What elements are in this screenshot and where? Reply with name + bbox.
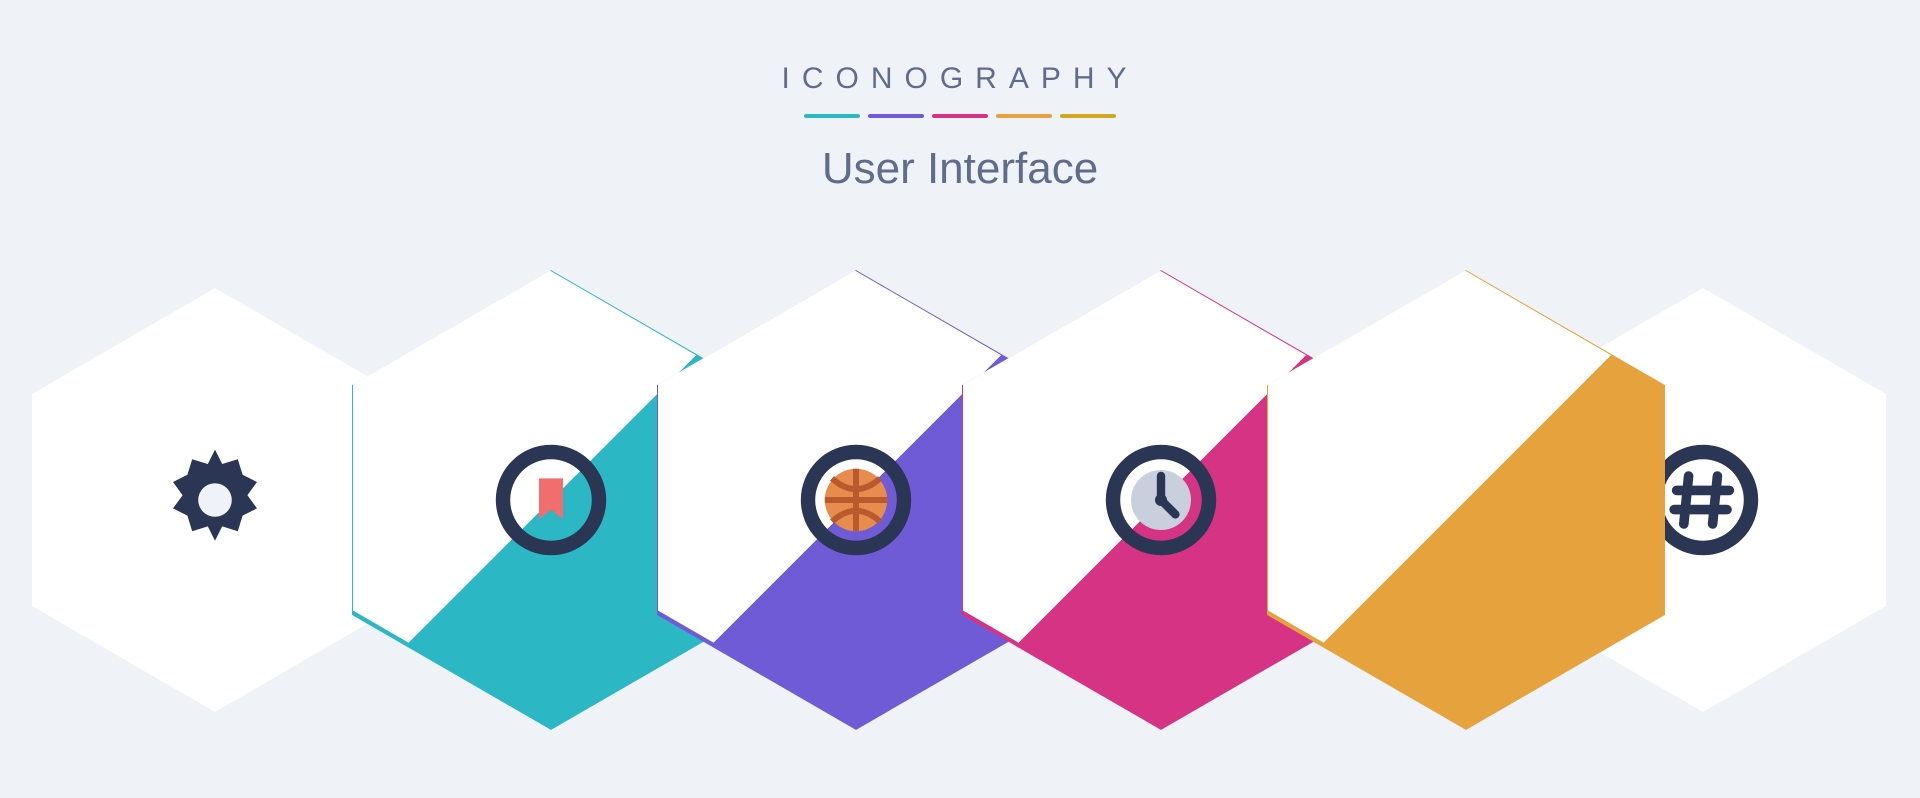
icon-stage: [0, 270, 1920, 790]
brand-wordmark: ICONOGRAPHY: [0, 62, 1920, 96]
header: ICONOGRAPHY User Interface: [0, 62, 1920, 194]
clock-icon: [1101, 440, 1221, 560]
brand-underline: [0, 114, 1920, 118]
gear-icon: [155, 440, 275, 560]
hex-bg-left: [32, 288, 398, 712]
page-title: User Interface: [0, 144, 1920, 194]
bookmark-icon: [491, 440, 611, 560]
hex-tile: [1267, 270, 1665, 730]
ball-icon: [796, 440, 916, 560]
